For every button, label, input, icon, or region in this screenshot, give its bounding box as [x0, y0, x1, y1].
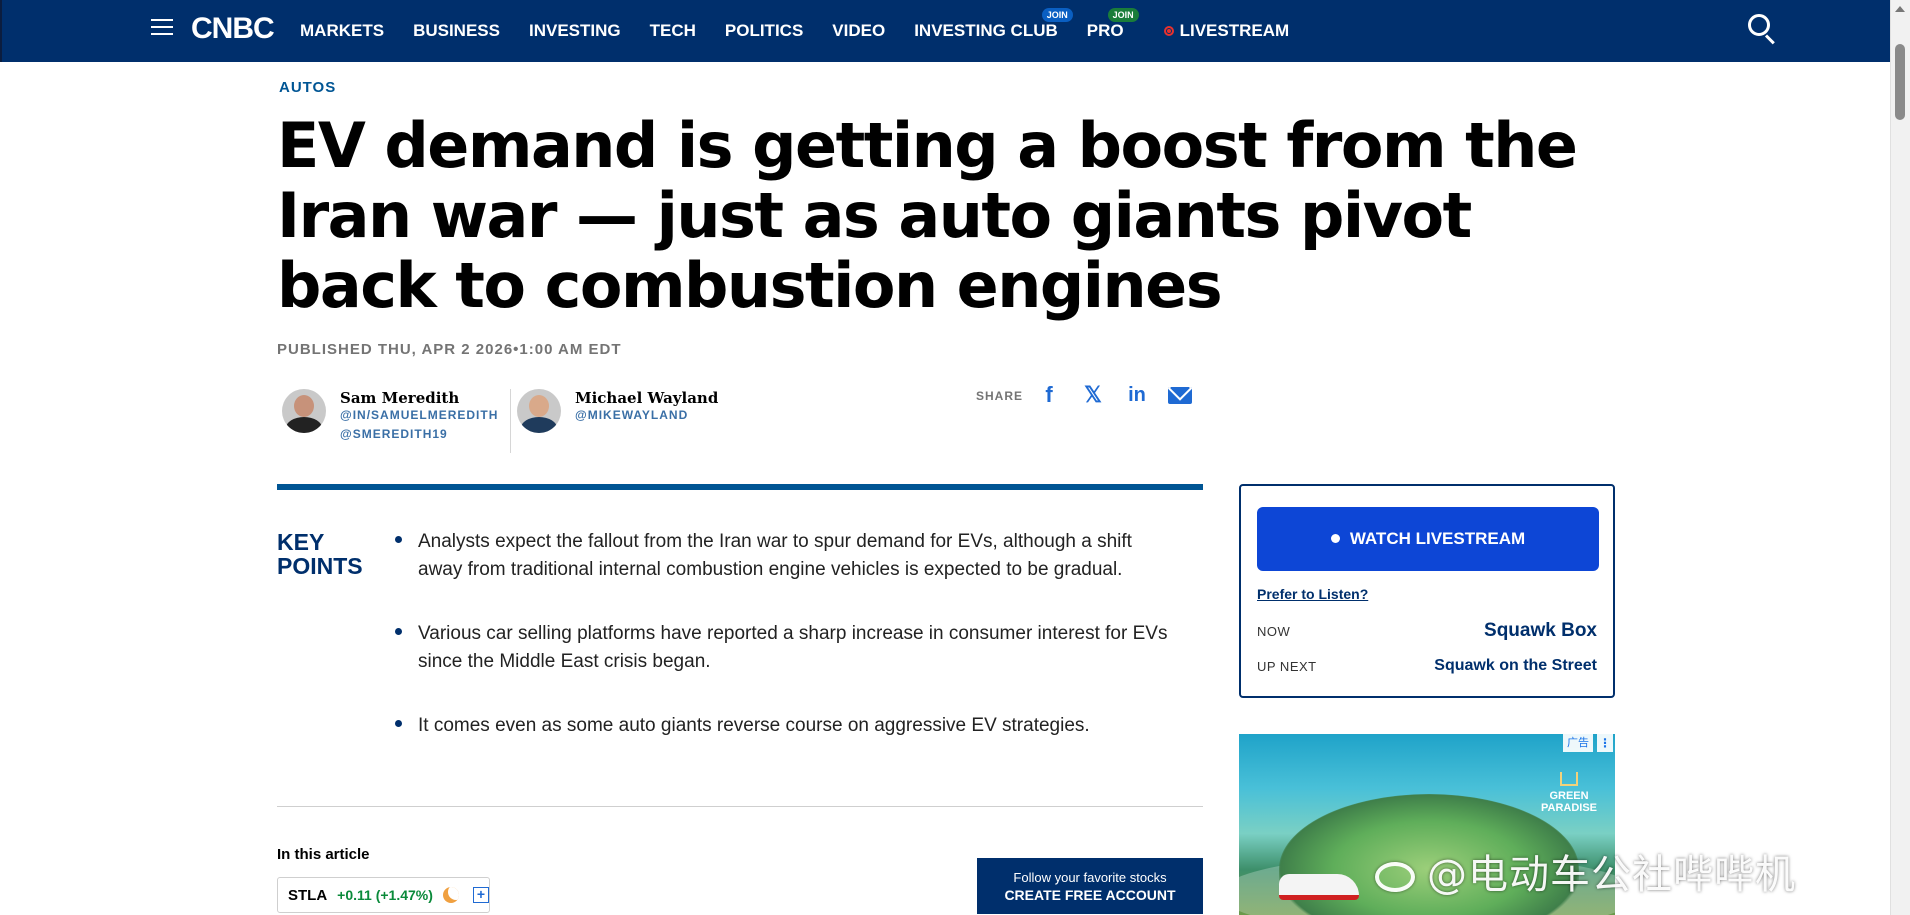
follow-label: Follow your favorite stocks [1013, 870, 1167, 885]
key-point: It comes even as some auto giants revers… [395, 712, 1175, 740]
live-dot-icon [1163, 26, 1174, 36]
nav-item-business[interactable]: BUSINESS [413, 21, 500, 41]
up-next-label: UP NEXT [1257, 659, 1317, 674]
now-label: NOW [1257, 624, 1291, 639]
ticker-chip[interactable]: STLA +0.11 (+1.47%) + [277, 877, 490, 913]
watch-livestream-button[interactable]: WATCH LIVESTREAM [1257, 507, 1599, 571]
crown-icon [1560, 772, 1578, 786]
livestream-card: WATCH LIVESTREAM Prefer to Listen? NOW S… [1239, 484, 1615, 698]
facebook-icon[interactable]: f [1036, 382, 1062, 408]
weibo-logo-icon [1375, 862, 1415, 892]
scrollbar-thumb[interactable] [1895, 44, 1905, 120]
avatar[interactable] [517, 389, 561, 433]
top-nav: CNBC MARKETS BUSINESS INVESTING TECH POL… [0, 0, 1890, 62]
author-handle[interactable]: @IN/SAMUELMEREDITH [340, 408, 498, 422]
author-divider [510, 389, 511, 453]
nav-item-pro[interactable]: PRO JOIN [1087, 8, 1139, 41]
watermark: @电动车公社哔哔机 [1375, 842, 1796, 900]
ad-menu-icon[interactable]: ⋮ [1597, 734, 1613, 752]
author-name[interactable]: Sam Meredith [340, 389, 459, 407]
avatar[interactable] [282, 389, 326, 433]
cnbc-logo[interactable]: CNBC [191, 12, 275, 46]
share-label: SHARE [976, 389, 1024, 403]
divider [277, 806, 1203, 807]
author-name[interactable]: Michael Wayland [575, 389, 718, 407]
nav-item-investing[interactable]: INVESTING [529, 21, 621, 41]
nav-menu: MARKETS BUSINESS INVESTING TECH POLITICS… [300, 0, 1318, 62]
after-hours-moon-icon [442, 887, 459, 903]
hamburger-menu-icon[interactable] [151, 19, 173, 37]
key-points-title: KEY POINTS [277, 529, 363, 579]
in-this-article-label: In this article [277, 846, 370, 863]
nav-item-livestream[interactable]: LIVESTREAM [1163, 21, 1289, 41]
author-handle[interactable]: @MIKEWAYLAND [575, 408, 688, 422]
join-badge: JOIN [1107, 8, 1139, 22]
scroll-up-arrow-icon[interactable] [1895, 6, 1905, 12]
join-badge: JOIN [1041, 8, 1073, 22]
create-account-label: CREATE FREE ACCOUNT [1004, 887, 1176, 903]
published-date: PUBLISHED THU, APR 2 2026•1:00 AM EDT [277, 341, 622, 358]
key-point: Analysts expect the fallout from the Ira… [395, 528, 1175, 584]
ad-tag[interactable]: 广告 [1563, 734, 1593, 752]
email-icon[interactable] [1168, 382, 1194, 408]
prefer-to-listen-link[interactable]: Prefer to Listen? [1257, 586, 1368, 602]
now-show[interactable]: Squawk Box [1484, 620, 1597, 642]
section-label[interactable]: AUTOS [279, 79, 336, 96]
live-dot-icon [1330, 534, 1340, 543]
nav-item-tech[interactable]: TECH [650, 21, 696, 41]
add-to-watchlist-icon[interactable]: + [472, 887, 489, 903]
ad-brand-logo: GREEN PARADISE [1529, 772, 1609, 814]
key-point: Various car selling platforms have repor… [395, 620, 1175, 676]
nav-item-markets[interactable]: MARKETS [300, 21, 384, 41]
key-points-rule [277, 484, 1203, 490]
page: CNBC MARKETS BUSINESS INVESTING TECH POL… [0, 0, 1910, 915]
scrollbar-track[interactable] [1890, 0, 1910, 915]
ad-train-image [1279, 874, 1359, 900]
nav-item-investing-club[interactable]: INVESTING CLUB JOIN [914, 8, 1073, 41]
create-free-account-button[interactable]: Follow your favorite stocks CREATE FREE … [977, 858, 1203, 914]
key-points-list: Analysts expect the fallout from the Ira… [395, 528, 1175, 740]
article-headline: EV demand is getting a boost from the Ir… [277, 109, 1578, 322]
ticker-change: +0.11 (+1.47%) [337, 887, 433, 903]
x-icon[interactable]: 𝕏 [1080, 382, 1106, 408]
nav-item-video[interactable]: VIDEO [832, 21, 885, 41]
up-next-show[interactable]: Squawk on the Street [1434, 657, 1597, 675]
author-handle[interactable]: @SMEREDITH19 [340, 427, 448, 441]
search-icon[interactable] [1748, 14, 1776, 45]
linkedin-icon[interactable]: in [1124, 382, 1150, 408]
nav-item-politics[interactable]: POLITICS [725, 21, 803, 41]
ticker-symbol[interactable]: STLA [288, 887, 327, 904]
